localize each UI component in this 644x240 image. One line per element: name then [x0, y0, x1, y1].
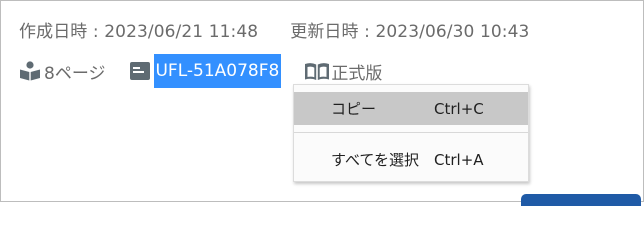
- date-meta-row: 作成日時 : 2023/06/21 11:48 更新日時 : 2023/06/3…: [19, 16, 529, 42]
- menu-item-copy-shortcut: Ctrl+C: [434, 99, 484, 118]
- menu-separator: [294, 132, 528, 133]
- menu-item-select-all[interactable]: すべてを選択 Ctrl+A: [294, 143, 528, 176]
- document-code[interactable]: UFL-51A078F8: [129, 54, 282, 88]
- document-id-icon: [129, 61, 151, 81]
- action-button-partial[interactable]: [521, 194, 641, 206]
- updated-datetime: 更新日時 : 2023/06/30 10:43: [290, 21, 530, 42]
- menu-item-copy-label: コピー: [331, 100, 377, 118]
- edition-label: 正式版: [331, 63, 383, 84]
- page-count: 8ページ: [19, 59, 105, 84]
- selected-document-code[interactable]: UFL-51A078F8: [154, 54, 282, 88]
- page-count-label: 8ページ: [44, 63, 106, 84]
- menu-item-select-all-label: すべてを選択: [331, 151, 420, 169]
- context-menu: コピー Ctrl+C すべてを選択 Ctrl+A: [293, 84, 529, 182]
- edition-status: 正式版: [304, 59, 382, 84]
- created-datetime: 作成日時 : 2023/06/21 11:48: [19, 21, 259, 42]
- menu-item-copy[interactable]: コピー Ctrl+C: [294, 92, 528, 125]
- book-reader-icon: [19, 61, 41, 81]
- menu-item-select-all-shortcut: Ctrl+A: [434, 150, 484, 169]
- open-book-icon: [304, 61, 330, 81]
- document-info-row: 8ページ UFL-51A078F8 正式版: [19, 54, 382, 88]
